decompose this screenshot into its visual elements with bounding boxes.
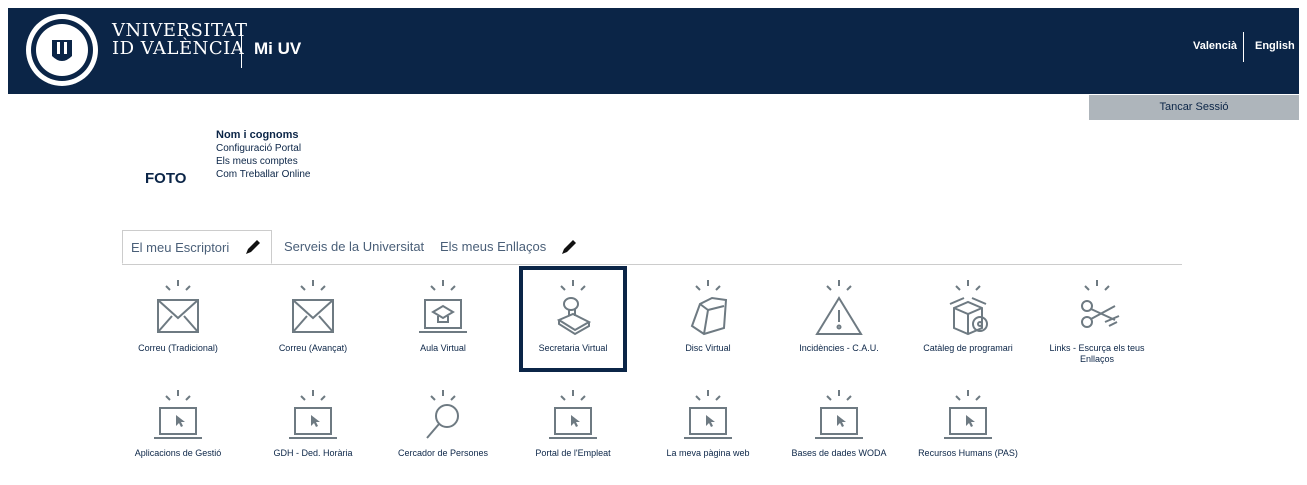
user-menu-config[interactable]: Configuració Portal [216,142,310,155]
aula-virtual-icon [419,280,467,333]
app-label: Aula Virtual [420,343,466,353]
app-incidencies-cau[interactable]: Incidències - C.A.U. [774,276,904,354]
folder-icon [690,280,728,336]
user-name: Nom i cognoms [216,129,299,141]
scissors-icon [1081,280,1120,328]
envelope-icon [292,280,334,333]
app-recursos-humans-pas[interactable]: Recursos Humans (PAS) [903,386,1033,459]
warning-icon [815,280,863,335]
user-menu-online[interactable]: Com Treballar Online [216,168,310,181]
app-correu-avancat[interactable]: Correu (Avançat) [248,276,378,354]
language-divider [1243,32,1244,62]
university-name-line2: ID VALÈNCIA [112,38,245,59]
pencil-icon[interactable] [560,238,578,256]
app-meva-pagina-web[interactable]: La meva pàgina web [643,386,773,459]
app-label: Aplicacions de Gestió [134,448,222,458]
monitor-cursor-icon [289,390,337,439]
monitor-cursor-icon [944,390,992,439]
app-label: Recursos Humans (PAS) [918,448,1018,458]
top-header: VNIVERSITAT ID VALÈNCIA Mi UV Valencià E… [8,8,1299,94]
app-gdh-ded-horaria[interactable]: GDH - Ded. Horària [248,386,378,459]
user-photo-placeholder: FOTO [145,170,187,187]
app-disc-virtual[interactable]: Disc Virtual [643,276,773,354]
app-label: Correu (Tradicional) [138,343,218,353]
app-links-escurca[interactable]: Links - Escurça els teus Enllaços [1032,276,1162,365]
header-divider [241,28,242,68]
app-label: Catàleg de programari [923,343,1013,353]
university-seal-icon [26,14,98,86]
language-valencia-link[interactable]: Valencià [1193,40,1237,52]
stamp-icon [556,280,592,336]
app-label: Cercador de Persones [397,448,489,458]
app-label: Secretaria Virtual [538,343,608,353]
app-cercador-persones[interactable]: Cercador de Persones [378,386,508,459]
app-cataleg-programari[interactable]: Catàleg de programari [903,276,1033,354]
app-portal-empleat[interactable]: Portal de l'Empleat [508,386,638,459]
app-aula-virtual[interactable]: Aula Virtual [378,276,508,354]
tab-els-meus-enllacos[interactable]: Els meus Enllaços [440,230,546,264]
monitor-cursor-icon [549,390,597,439]
user-menu-accounts[interactable]: Els meus comptes [216,155,310,168]
pencil-icon[interactable] [244,238,262,256]
app-label: Incidències - C.A.U. [799,343,879,353]
app-label: Bases de dades WODA [791,448,887,458]
software-box-icon [949,280,988,336]
app-aplicacions-gestio[interactable]: Aplicacions de Gestió [113,386,243,459]
language-english-link[interactable]: English [1255,40,1295,52]
app-label: Correu (Avançat) [278,343,348,353]
user-menu: Nom i cognoms Configuració Portal Els me… [216,129,310,181]
app-secretaria-virtual[interactable]: Secretaria Virtual [508,276,638,354]
app-label: Links - Escurça els teus Enllaços [1049,343,1145,364]
app-correu-tradicional[interactable]: Correu (Tradicional) [113,276,243,354]
envelope-icon [157,280,199,333]
logout-button[interactable]: Tancar Sessió [1089,95,1299,120]
tab-serveis-universitat[interactable]: Serveis de la Universitat [284,230,424,264]
magnifier-icon [426,390,459,439]
app-label: Disc Virtual [685,343,731,353]
monitor-cursor-icon [154,390,202,439]
app-label: La meva pàgina web [666,448,750,458]
app-bases-dades-woda[interactable]: Bases de dades WODA [774,386,904,459]
tab-label: El meu Escriptori [131,240,230,255]
app-label: GDH - Ded. Horària [273,448,353,458]
tab-bar: El meu Escriptori Serveis de la Universi… [122,230,1182,265]
app-title: Mi UV [254,39,302,58]
university-name[interactable]: VNIVERSITAT ID VALÈNCIA [112,22,248,58]
monitor-cursor-icon [684,390,732,439]
monitor-cursor-icon [815,390,863,439]
app-label: Portal de l'Empleat [535,448,611,458]
